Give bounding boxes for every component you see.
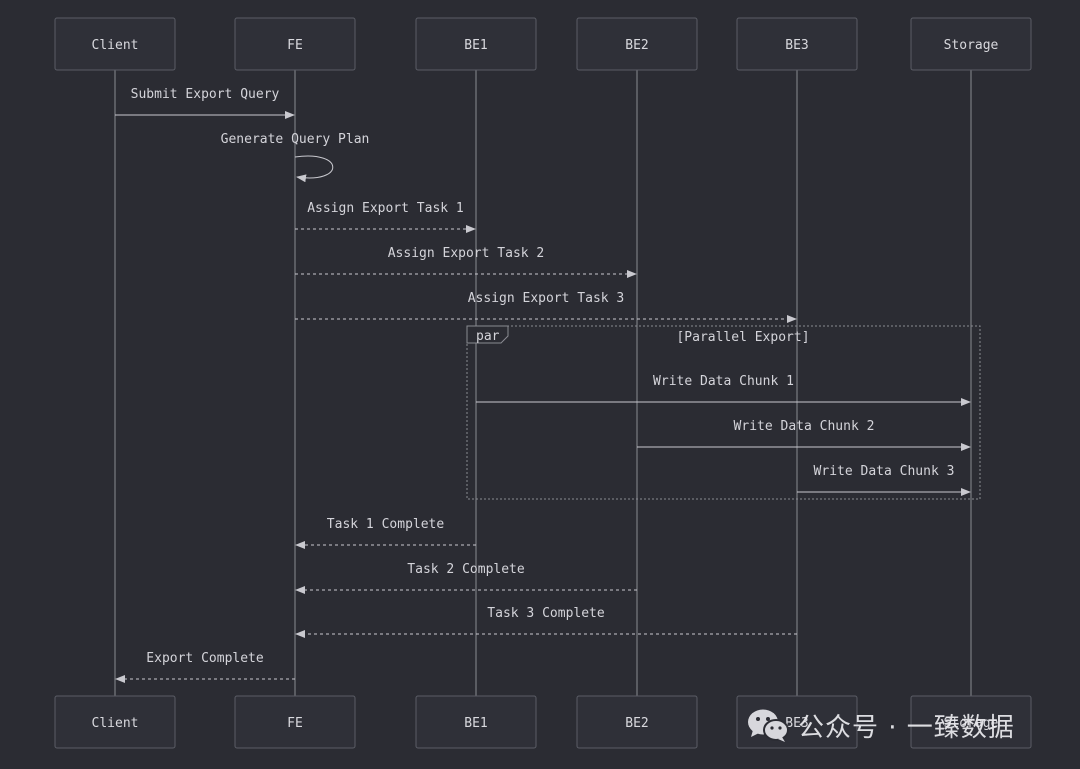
actor-be2-top: BE2 [576,17,698,71]
actor-label: Client [92,38,139,53]
message-label: Submit Export Query [131,87,280,102]
actor-storage-top: Storage [910,17,1032,71]
actor-be1-top: BE1 [415,17,537,71]
actor-label: BE1 [464,716,487,731]
message-9: Task 1 Complete [295,517,476,549]
actor-fe-top: FE [234,17,356,71]
message-label: Assign Export Task 2 [388,246,545,261]
watermark-text: 公众号 · 一臻数据 [798,712,1015,743]
actor-be3-top: BE3 [736,17,858,71]
message-7: Write Data Chunk 2 [637,419,971,451]
actor-fe-bottom: FE [234,695,356,749]
sequence-diagram: par [Parallel Export] Submit Export Quer… [54,17,1032,749]
actor-label: Client [92,716,139,731]
par-frame-label: [Parallel Export] [676,330,809,345]
actors: ClientClientFEFEBE1BE1BE2BE2BE3BE3Storag… [54,17,1032,749]
lifelines [114,70,972,696]
message-label: Generate Query Plan [221,132,370,147]
actor-label: FE [287,716,303,731]
actor-be1-bottom: BE1 [415,695,537,749]
wechat-icon [748,709,789,742]
message-3: Assign Export Task 1 [295,201,476,233]
actor-label: BE1 [464,38,487,53]
message-label: Write Data Chunk 3 [814,464,955,479]
message-label: Task 2 Complete [407,562,525,577]
message-label: Export Complete [146,651,264,666]
message-label: Write Data Chunk 1 [653,374,794,389]
actor-label: BE2 [625,716,648,731]
message-4: Assign Export Task 2 [295,246,637,278]
message-6: Write Data Chunk 1 [476,374,971,406]
actor-label: FE [287,38,303,53]
messages: Submit Export Query Generate Query Plan As… [115,87,971,683]
message-label: Task 1 Complete [327,517,445,532]
message-12: Export Complete [115,651,295,683]
message-11: Task 3 Complete [295,606,797,638]
message-8: Write Data Chunk 3 [797,464,971,496]
actor-client-top: Client [54,17,176,71]
message-5: Assign Export Task 3 [295,291,797,323]
actor-label: Storage [944,38,999,53]
actor-label: BE3 [785,38,808,53]
self-message-arrow [294,155,334,183]
message-10: Task 2 Complete [295,562,637,594]
message-label: Task 3 Complete [487,606,605,621]
actor-be2-bottom: BE2 [576,695,698,749]
message-label: Write Data Chunk 2 [734,419,875,434]
actor-client-bottom: Client [54,695,176,749]
message-label: Assign Export Task 1 [307,201,464,216]
watermark: 公众号 · 一臻数据 [746,701,1015,749]
par-frame-tag: par [476,329,500,344]
message-label: Assign Export Task 3 [468,291,625,306]
actor-label: BE2 [625,38,648,53]
message-1: Submit Export Query [115,87,295,119]
